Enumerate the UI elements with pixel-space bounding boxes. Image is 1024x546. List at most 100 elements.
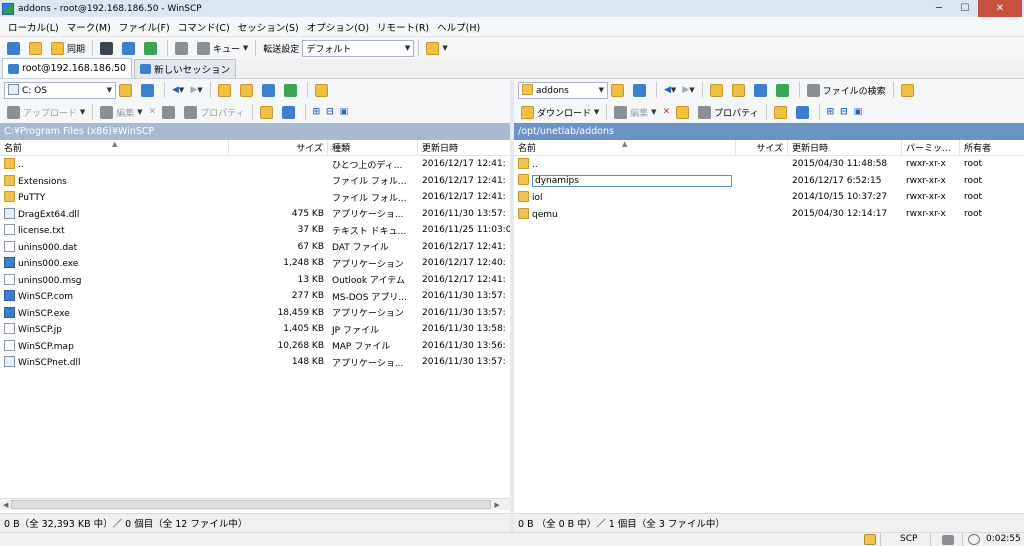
- menu-session[interactable]: セッション(S): [234, 20, 303, 34]
- table-row[interactable]: dynamips 2016/12/17 6:52:15 rwxr-xr-x root: [514, 173, 1024, 190]
- remote-forward-button[interactable]: ▶ ▼: [679, 81, 697, 99]
- scroll-left-icon[interactable]: ◀: [0, 501, 11, 509]
- local-forward-button[interactable]: ▶ ▼: [187, 81, 205, 99]
- remote-refresh-button[interactable]: [773, 81, 795, 99]
- table-row[interactable]: PuTTY ファイル フォル... 2016/12/17 12:41:: [0, 189, 510, 206]
- menu-mark[interactable]: マーク(M): [63, 20, 115, 34]
- local-action-toolbar: アップロード ▼ 編集 ▼ ✕ プロパティ ⊞ ⊟ ▣: [0, 101, 510, 123]
- table-row[interactable]: WinSCPnet.dll 148 KB アプリケーショ... 2016/11/30 …: [0, 354, 510, 371]
- remote-parent-button[interactable]: [707, 81, 729, 99]
- find-files-button[interactable]: ファイルの検索: [804, 81, 889, 99]
- local-horizontal-scrollbar[interactable]: ◀ ▶: [0, 498, 510, 510]
- remote-filter-select-button[interactable]: ▣: [851, 103, 866, 121]
- queue-button[interactable]: キュー ▼: [194, 39, 251, 57]
- local-refresh-button[interactable]: [281, 81, 303, 99]
- sync-button[interactable]: 同期: [48, 39, 88, 57]
- download-button[interactable]: ダウンロード ▼: [518, 103, 602, 121]
- menu-command[interactable]: コマンド(C): [174, 20, 234, 34]
- local-find-button[interactable]: [312, 81, 334, 99]
- local-select-all-button[interactable]: ⊞: [310, 103, 324, 121]
- table-row[interactable]: license.txt 37 KB テキスト ドキュ... 2016/11/25 11…: [0, 222, 510, 239]
- file-name[interactable]: dynamips: [532, 175, 732, 188]
- remote-properties-button[interactable]: プロパティ: [695, 103, 761, 121]
- table-row[interactable]: unins000.dat 67 KB DAT ファイル 2016/12/17 12:4…: [0, 239, 510, 256]
- transfer-settings-select[interactable]: デフォルト ▼: [302, 39, 415, 57]
- file-size: 1,248 KB: [283, 258, 324, 269]
- table-row[interactable]: WinSCP.jp 1,405 KB JP ファイル 2016/11/30 13:58…: [0, 321, 510, 338]
- column-size[interactable]: サイズ: [736, 140, 788, 155]
- scroll-right-icon[interactable]: ▶: [491, 501, 502, 509]
- remote-back-button[interactable]: ◀ ▼: [661, 81, 679, 99]
- minus-icon: ⊟: [840, 107, 848, 117]
- column-type[interactable]: 種類: [328, 140, 418, 155]
- remote-new-file-button[interactable]: [793, 103, 815, 121]
- settings-button[interactable]: [172, 39, 194, 57]
- remote-folder-select[interactable]: addons ▼: [518, 81, 608, 99]
- local-filter-button[interactable]: [138, 81, 160, 99]
- remote-deselect-button[interactable]: ⊟: [837, 103, 851, 121]
- menu-remote[interactable]: リモート(R): [373, 20, 433, 34]
- table-row[interactable]: DragExt64.dll 475 KB アプリケーショ... 2016/11/30 …: [0, 206, 510, 223]
- sync-browse-button[interactable]: [26, 39, 48, 57]
- table-row[interactable]: WinSCP.map 10,268 KB MAP ファイル 2016/11/30 13…: [0, 338, 510, 355]
- protocol-label: SCP: [900, 534, 918, 544]
- maximize-button[interactable]: ☐: [952, 0, 978, 17]
- local-filter-select-button[interactable]: ▣: [337, 103, 352, 121]
- remote-select-all-button[interactable]: ⊞: [824, 103, 838, 121]
- table-row[interactable]: qemu 2015/04/30 12:14:17 rwxr-xr-x root: [514, 206, 1024, 223]
- table-row[interactable]: WinSCP.exe 18,459 KB アプリケーション 2016/11/30 13…: [0, 305, 510, 322]
- remote-edit-button[interactable]: 編集 ▼: [611, 103, 659, 121]
- tab-session-root[interactable]: root@192.168.186.50: [2, 58, 133, 78]
- menu-help[interactable]: ヘルプ(H): [433, 20, 484, 34]
- column-size[interactable]: サイズ: [229, 140, 328, 155]
- terminal-button[interactable]: [97, 39, 119, 57]
- remote-rename-button[interactable]: [673, 103, 695, 121]
- remote-open-dir-button[interactable]: [608, 81, 630, 99]
- table-row[interactable]: Extensions ファイル フォル... 2016/12/17 12:41:: [0, 173, 510, 190]
- remote-find-button[interactable]: [898, 81, 920, 99]
- table-row[interactable]: .. 2015/04/30 11:48:58 rwxr-xr-x root: [514, 156, 1024, 173]
- table-row[interactable]: iol 2014/10/15 10:37:27 rwxr-xr-x root: [514, 189, 1024, 206]
- column-modified[interactable]: 更新日時: [418, 140, 510, 155]
- table-row[interactable]: unins000.msg 13 KB Outlook アイテム 2016/12/17 …: [0, 272, 510, 289]
- menu-local[interactable]: ローカル(L): [4, 20, 63, 34]
- column-owner[interactable]: 所有者: [960, 140, 1024, 155]
- upload-button[interactable]: アップロード ▼: [4, 103, 88, 121]
- table-row[interactable]: unins000.exe 1,248 KB アプリケーション 2016/12/17 1…: [0, 255, 510, 272]
- scroll-thumb[interactable]: [11, 500, 492, 509]
- table-row[interactable]: .. ひとつ上のディ... 2016/12/17 12:41:: [0, 156, 510, 173]
- minimize-button[interactable]: ─: [926, 0, 952, 17]
- close-button[interactable]: ✕: [978, 0, 1022, 17]
- remote-path-header: /opt/unetlab/addons: [514, 123, 1024, 140]
- file-size: 148 KB: [291, 357, 324, 368]
- column-permissions[interactable]: パーミッ...: [902, 140, 960, 155]
- file-name-cell: unins000.msg: [0, 273, 229, 286]
- local-drive-select[interactable]: C: OS ▼: [4, 81, 116, 99]
- local-parent-button[interactable]: [215, 81, 237, 99]
- local-deselect-button[interactable]: ⊟: [323, 103, 337, 121]
- remote-root-button[interactable]: [729, 81, 751, 99]
- local-rename-button[interactable]: [159, 103, 181, 121]
- local-root-button[interactable]: [237, 81, 259, 99]
- remote-delete-button[interactable]: ✕: [660, 103, 674, 121]
- local-properties-button[interactable]: プロパティ: [181, 103, 247, 121]
- remote-filter-button[interactable]: [630, 81, 652, 99]
- local-delete-button[interactable]: ✕: [146, 103, 160, 121]
- column-modified[interactable]: 更新日時: [788, 140, 902, 155]
- menu-options[interactable]: オプション(O): [303, 20, 373, 34]
- putty-button[interactable]: [119, 39, 141, 57]
- refresh-button[interactable]: [141, 39, 163, 57]
- compare-dirs-button[interactable]: [4, 39, 26, 57]
- local-new-file-button[interactable]: [279, 103, 301, 121]
- menu-file[interactable]: ファイル(F): [115, 20, 174, 34]
- table-row[interactable]: WinSCP.com 277 KB MS-DOS アプリ... 2016/11/30 …: [0, 288, 510, 305]
- local-back-button[interactable]: ◀ ▼: [169, 81, 187, 99]
- local-home-button[interactable]: [259, 81, 281, 99]
- remote-new-folder-button[interactable]: [771, 103, 793, 121]
- local-edit-button[interactable]: 編集 ▼: [97, 103, 145, 121]
- remote-home-button[interactable]: [751, 81, 773, 99]
- local-open-dir-button[interactable]: [116, 81, 138, 99]
- local-new-folder-button[interactable]: [257, 103, 279, 121]
- tab-new-session[interactable]: 新しいセッション: [134, 59, 237, 78]
- preferences-button[interactable]: ▼: [423, 39, 450, 57]
